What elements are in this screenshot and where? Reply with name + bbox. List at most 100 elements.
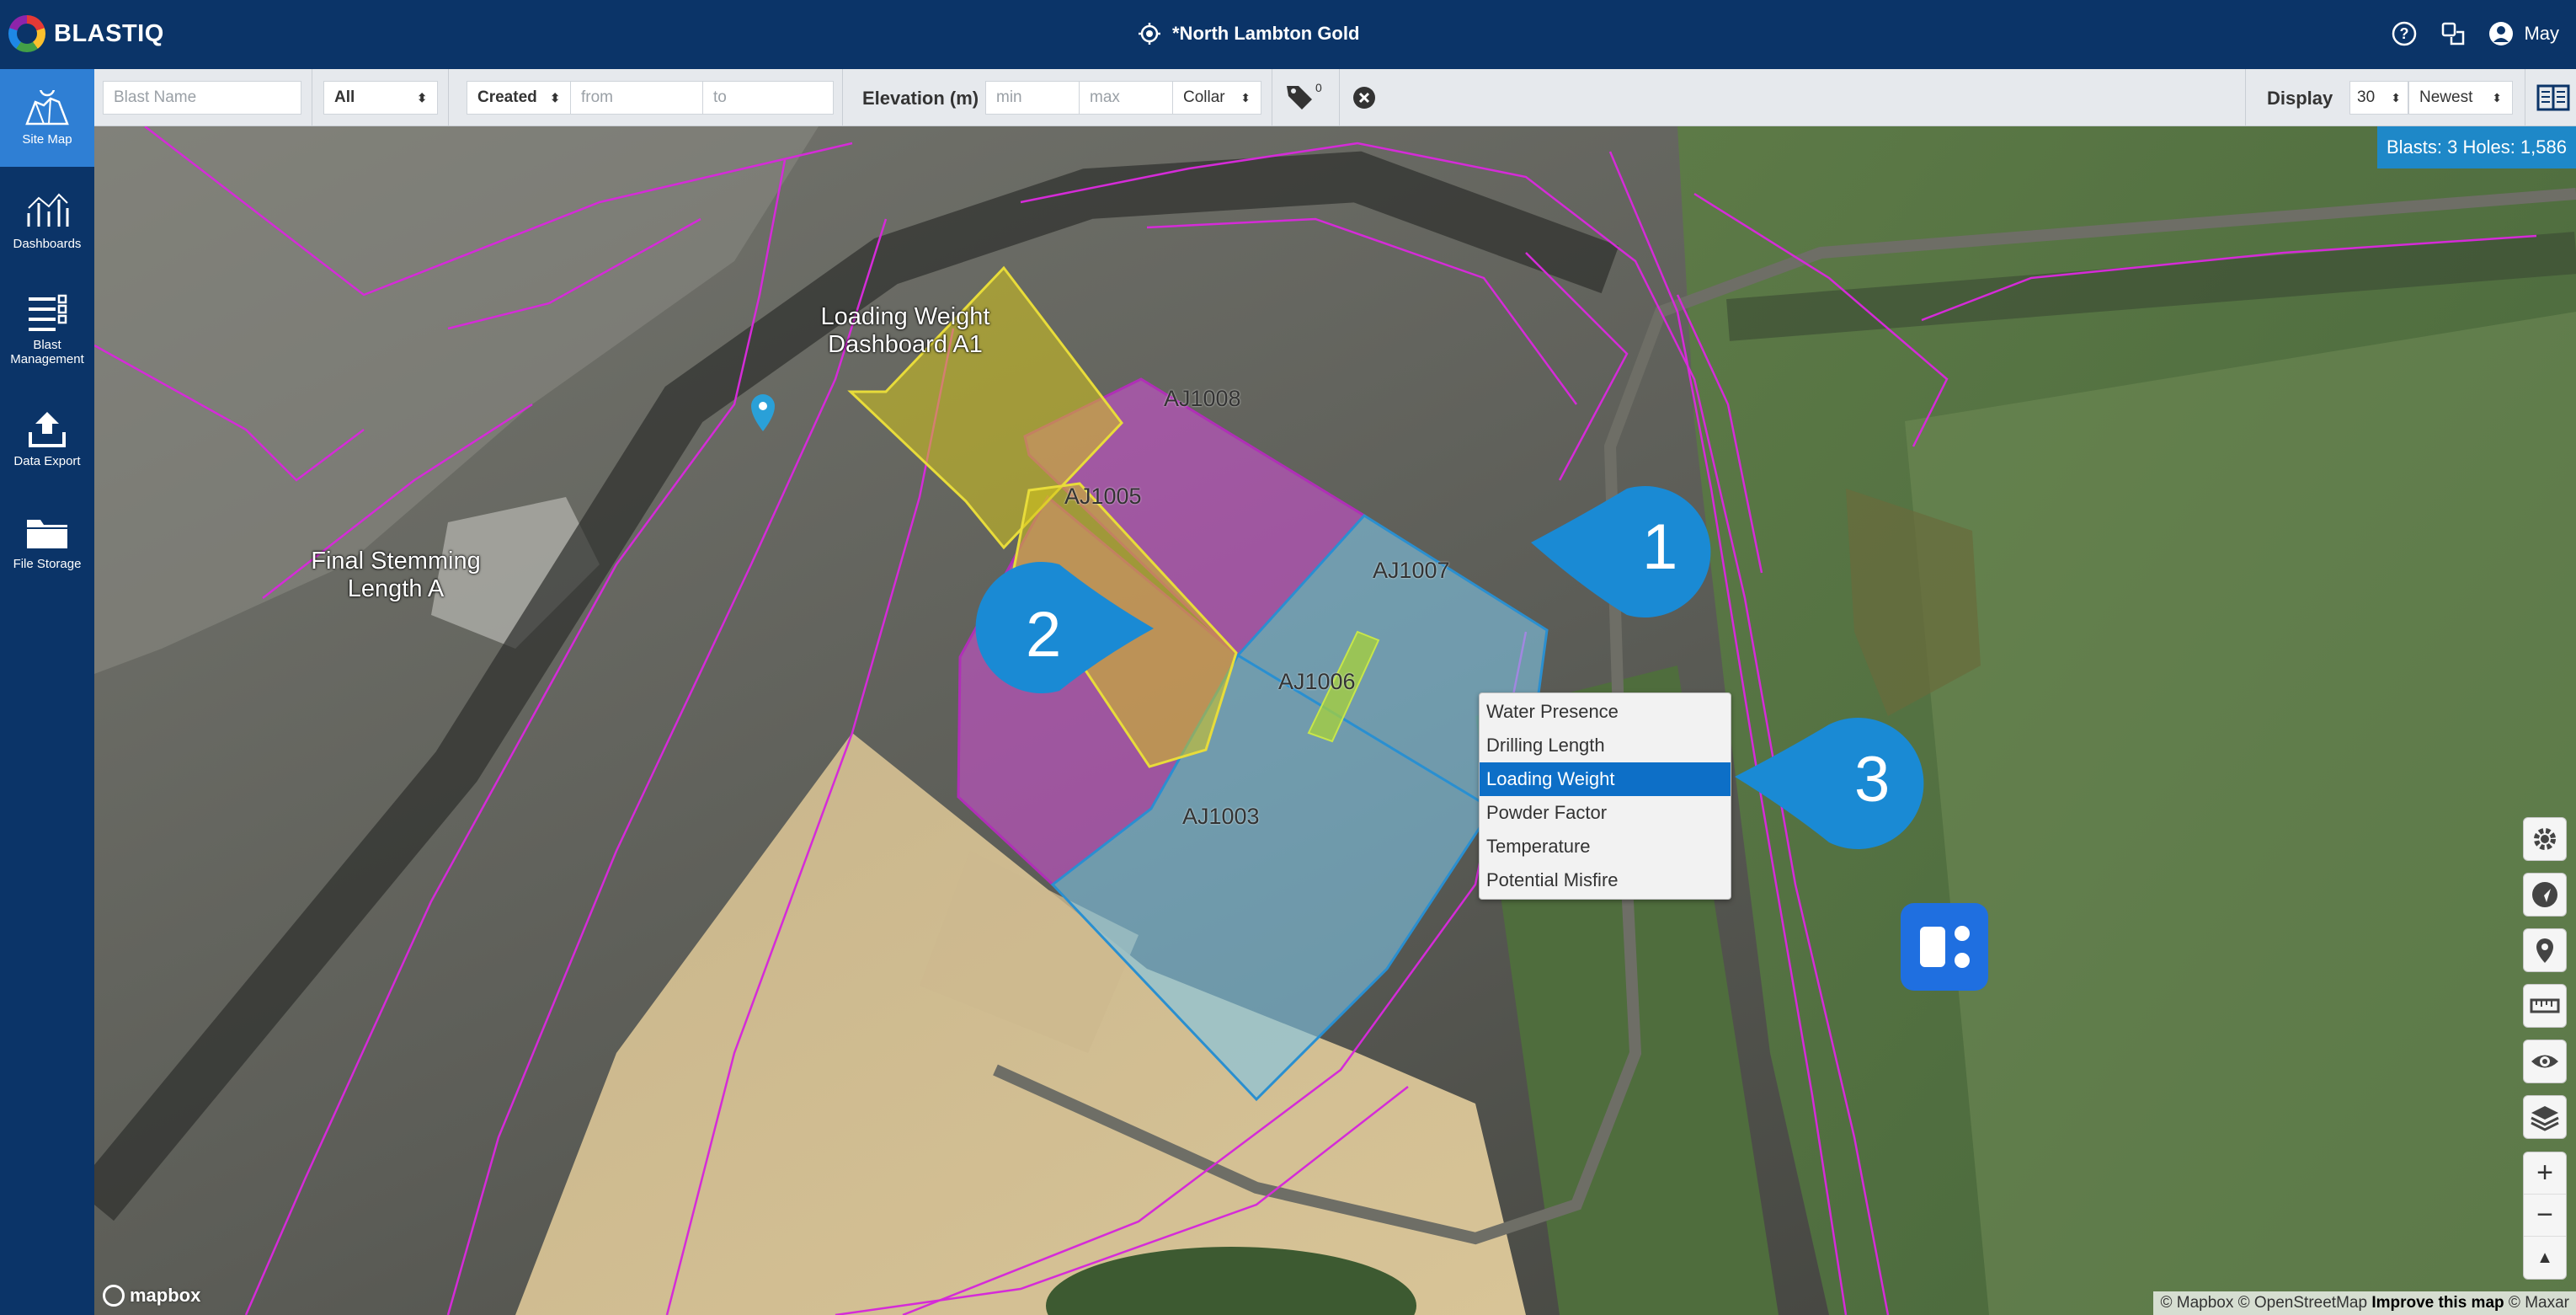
menu-item-loading-weight[interactable]: Loading Weight [1480, 762, 1731, 796]
upload-icon [29, 411, 66, 447]
close-circle-icon [1353, 87, 1375, 109]
folder-icon [27, 519, 67, 548]
svg-text:?: ? [2400, 25, 2409, 42]
blast-label-aj1008: AJ1008 [1164, 386, 1241, 411]
from-placeholder: from [581, 88, 613, 106]
sidebar-item-data-export[interactable]: Data Export [0, 389, 94, 487]
blast-name-placeholder: Blast Name [114, 88, 197, 106]
tag-filter[interactable]: 0 [1285, 81, 1324, 113]
map-measure-button[interactable] [2523, 984, 2567, 1028]
sort-select[interactable]: Newest ⬍ [2408, 81, 2513, 115]
elevation-min-input[interactable]: min [985, 81, 1080, 115]
elevation-max-input[interactable]: max [1079, 81, 1173, 115]
menu-item-drilling-length[interactable]: Drilling Length [1480, 729, 1731, 762]
logo-ring-icon [8, 15, 45, 52]
blast-label-aj1005: AJ1005 [1064, 484, 1142, 509]
from-date-input[interactable]: from [570, 81, 703, 115]
user-menu[interactable]: May [2488, 21, 2559, 46]
logo-text: BLASTIQ [54, 19, 164, 47]
site-selector[interactable]: *North Lambton Gold [1139, 17, 1359, 51]
side-navigation: Site Map Dashboards Blast Management Dat… [0, 69, 94, 1315]
pin-icon [2536, 938, 2553, 963]
site-map[interactable]: 1 2 3 Final Stemming Length A Loading We… [94, 126, 2576, 1315]
filter-bar: Blast Name All ⬍ Created ⬍ from to Elevati… [94, 69, 2576, 126]
map-icon [25, 89, 69, 125]
panel-toggle-button[interactable] [2536, 84, 2570, 111]
layers-icon [2531, 1106, 2559, 1131]
status-value: All [334, 88, 355, 106]
callout-1-shape [1531, 486, 1711, 617]
sort-caret-icon: ⬍ [550, 90, 560, 104]
help-icon[interactable]: ? [2391, 20, 2418, 47]
sidebar-item-dashboards[interactable]: Dashboards [0, 172, 94, 270]
map-attribution: © Mapbox © OpenStreetMap Improve this ma… [2153, 1291, 2576, 1315]
map-visibility-button[interactable] [2523, 1040, 2567, 1083]
callout-shapes [975, 486, 1924, 849]
final-stemming-region-label: Final Stemming Length A [311, 548, 481, 602]
user-icon [2489, 22, 2514, 45]
blastiq-logo[interactable]: BLASTIQ [8, 15, 164, 52]
to-date-input[interactable]: to [702, 81, 834, 115]
mapbox-logo[interactable]: mapbox [103, 1285, 200, 1307]
date-type-select[interactable]: Created ⬍ [467, 81, 571, 115]
sidebar-item-site-map[interactable]: Site Map [0, 69, 94, 167]
sort-caret-icon: ⬍ [417, 90, 427, 104]
top-header: BLASTIQ *North Lambton Gold ? May [0, 0, 2576, 69]
elevation-ref-value: Collar [1183, 88, 1225, 106]
sidebar-item-blast-management[interactable]: Blast Management [0, 275, 94, 384]
sort-caret-icon: ⬍ [2391, 90, 2401, 104]
metric-dropdown-menu: Water Presence Drilling Length Loading W… [1479, 692, 1731, 900]
status-select[interactable]: All ⬍ [323, 81, 438, 115]
sidebar-item-label: Dashboards [13, 236, 82, 251]
sidebar-item-label: Site Map [22, 131, 72, 147]
switch-icon[interactable] [2440, 20, 2467, 47]
display-count-select[interactable]: 30 ⬍ [2349, 81, 2408, 115]
map-navigate-button[interactable] [2523, 873, 2567, 917]
display-label: Display [2267, 88, 2333, 109]
zoom-in-button[interactable]: + [2524, 1152, 2566, 1195]
attribution-text[interactable]: © Mapbox © OpenStreetMap [2160, 1294, 2367, 1312]
to-placeholder: to [713, 88, 727, 106]
mapbox-logo-text: mapbox [130, 1285, 201, 1306]
ruler-icon [2530, 998, 2560, 1013]
menu-item-powder-factor[interactable]: Powder Factor [1480, 796, 1731, 830]
date-type-value: Created [477, 88, 537, 106]
elevation-reference-select[interactable]: Collar ⬍ [1172, 81, 1261, 115]
divider [448, 69, 449, 126]
site-name: *North Lambton Gold [1172, 23, 1360, 44]
mapbox-logo-icon [103, 1285, 125, 1307]
sort-value: Newest [2419, 88, 2473, 106]
sort-caret-icon: ⬍ [1240, 90, 1251, 104]
improve-map-link[interactable]: Improve this map [2371, 1294, 2504, 1312]
divider [2245, 69, 2246, 126]
callout-2-number: 2 [1026, 599, 1062, 671]
maxar-attribution[interactable]: © Maxar [2509, 1294, 2569, 1312]
sort-caret-icon: ⬍ [2492, 90, 2502, 104]
loading-weight-dashboard-label: Loading Weight Dashboard A1 [820, 303, 990, 358]
zoom-out-button[interactable]: − [2524, 1195, 2566, 1237]
elevation-label: Elevation (m) [862, 88, 979, 109]
blast-name-input[interactable]: Blast Name [103, 81, 301, 115]
menu-item-potential-misfire[interactable]: Potential Misfire [1480, 863, 1731, 897]
map-layers-button[interactable] [2523, 1095, 2567, 1139]
eye-icon [2531, 1055, 2558, 1068]
zoom-controls: + − ▲ [2523, 1152, 2567, 1280]
compass-north-button[interactable]: ▲ [2524, 1237, 2566, 1279]
crosshair-icon [1139, 23, 1160, 45]
user-name: May [2524, 23, 2559, 44]
tag-icon [1287, 86, 1312, 110]
max-placeholder: max [1090, 88, 1120, 106]
callout-3-number: 3 [1854, 744, 1891, 815]
clear-filters-button[interactable] [1352, 86, 1376, 110]
divider [842, 69, 843, 126]
map-pin-button[interactable] [2523, 928, 2567, 972]
sidebar-item-label: Blast Management [10, 338, 84, 366]
blast-label-aj1007: AJ1007 [1373, 558, 1450, 583]
map-settings-button[interactable] [2523, 817, 2567, 861]
sidebar-item-file-storage[interactable]: File Storage [0, 492, 94, 590]
callout-3-shape [1735, 718, 1924, 849]
menu-item-water-presence[interactable]: Water Presence [1480, 695, 1731, 729]
blast-label-aj1003: AJ1003 [1182, 804, 1260, 829]
menu-item-temperature[interactable]: Temperature [1480, 830, 1731, 863]
display-count-value: 30 [2357, 88, 2376, 106]
